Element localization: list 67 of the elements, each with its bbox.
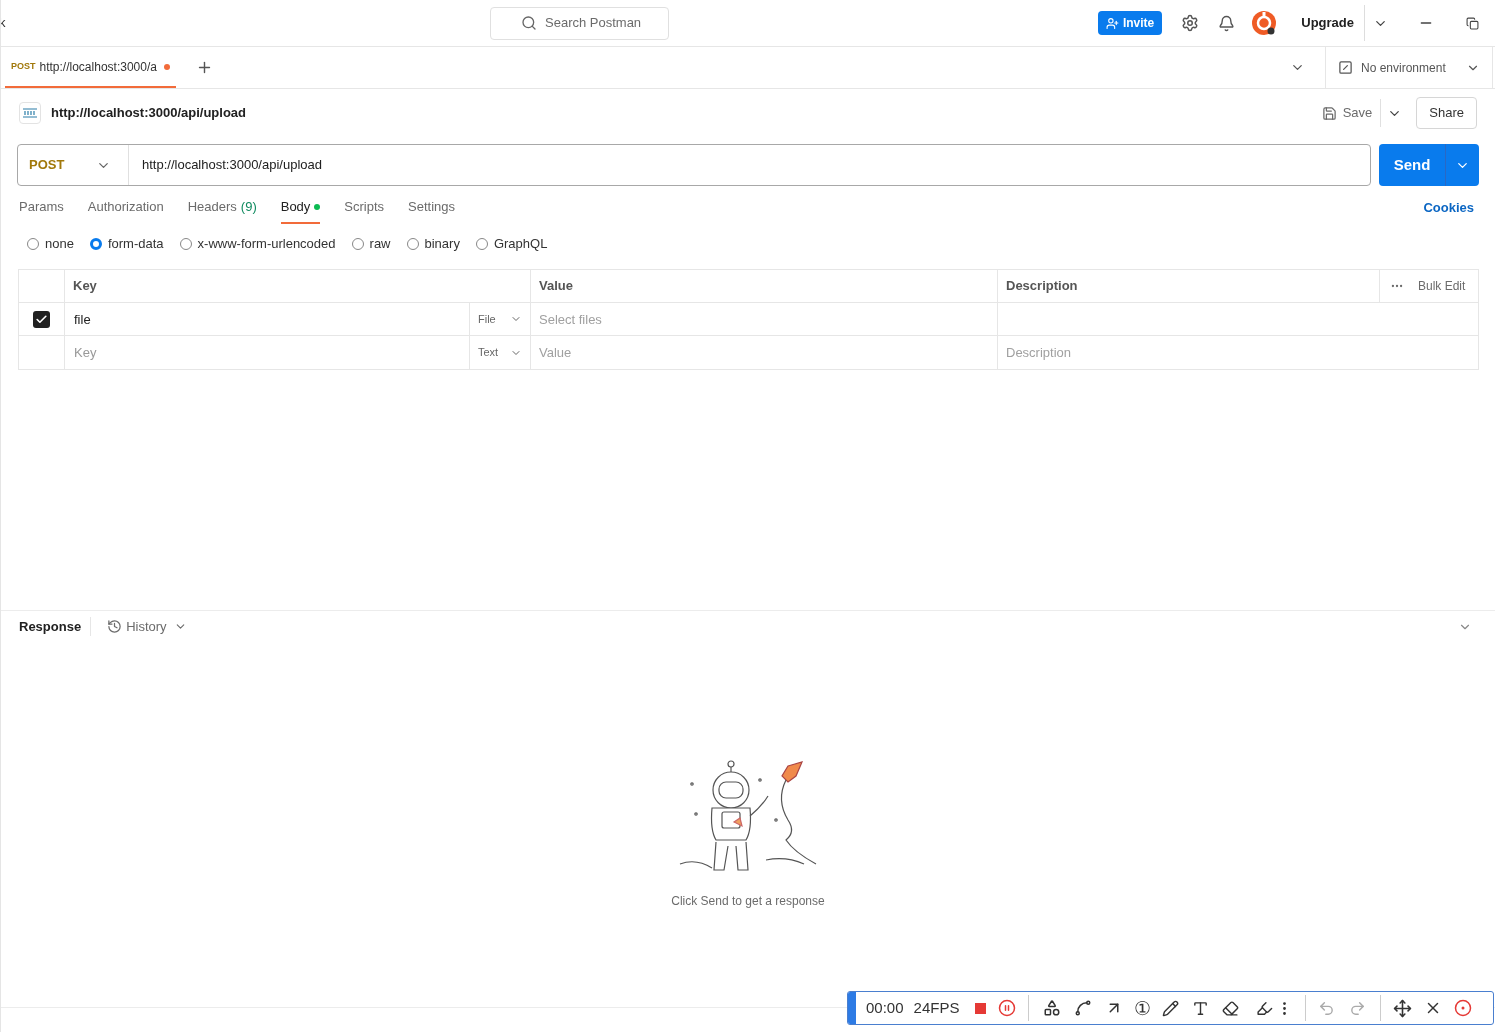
request-tab[interactable]: Authorization [87,192,164,224]
recording-time: 00:00 [866,997,904,1018]
radio-option[interactable]: binary [406,234,460,254]
record-icon[interactable] [1454,999,1473,1017]
avatar-icon[interactable] [1251,10,1278,36]
search-icon [521,15,537,31]
request-tab[interactable]: Scripts [344,192,385,224]
stop-icon[interactable] [975,1002,987,1014]
radio-option[interactable]: x-www-form-urlencoded [179,234,336,254]
upgrade-button[interactable]: Upgrade [1301,5,1365,41]
request-tab[interactable]: POST http://localhost:3000/a [5,47,176,88]
type-dropdown[interactable]: File [470,303,531,335]
radio-option[interactable]: raw [351,234,391,254]
column-header: Description [998,270,1380,302]
key-field[interactable]: Key [65,336,469,369]
bell-icon[interactable] [1218,14,1236,32]
cookies-link[interactable]: Cookies [1423,198,1474,218]
environment-selector[interactable]: No environment [1325,47,1493,88]
text-tool-icon[interactable] [1192,999,1210,1017]
move-icon[interactable] [1393,998,1413,1018]
share-button[interactable]: Share [1416,97,1477,129]
save-icon [1321,105,1337,121]
save-button[interactable]: Save [1321,99,1382,127]
request-tab[interactable]: Body [280,192,321,224]
restore-icon[interactable] [1466,16,1479,30]
crossed-square-icon [1338,60,1353,75]
description-field[interactable]: Description [998,336,1478,369]
method-label: POST [11,59,36,73]
search-input[interactable]: Search Postman [545,13,664,33]
pause-icon[interactable] [998,999,1017,1017]
frame-rate: 24FPS [913,997,960,1018]
method-dropdown[interactable]: POST [18,145,129,185]
highlighter-icon[interactable] [1256,999,1274,1017]
step-marker[interactable]: ① [1134,998,1152,1018]
search-field[interactable]: Search Postman [490,6,669,40]
count-label: (9) [240,198,257,217]
history-button[interactable]: History [107,616,187,637]
tab-title: http://localhost:3000/a [39,58,157,76]
key-field[interactable]: file [65,303,469,335]
shapes-icon[interactable] [1043,999,1062,1017]
user-plus-icon [1105,16,1119,30]
request-tab[interactable]: Settings [408,192,456,224]
request-tab[interactable]: Params [19,192,64,224]
column-header: Key [65,270,531,302]
radio-option[interactable]: none [27,234,74,254]
response-title: Response [19,616,92,637]
bulk-edit-button[interactable]: Bulk Edit [1418,277,1466,295]
drag-handle[interactable] [848,992,856,1024]
check-icon [35,312,48,326]
radio-option[interactable]: GraphQL [475,234,548,254]
url-field[interactable]: http://localhost:3000/api/upload [129,145,1370,185]
request-name: http://localhost:3000/api/upload [51,104,247,123]
polyline-icon[interactable] [1074,999,1093,1017]
request-tab[interactable]: Headers (9) [187,192,257,224]
url-bar[interactable]: POST http://localhost:3000/api/upload [17,144,1371,186]
settings-icon[interactable] [1181,14,1200,32]
invite-button[interactable]: Invite [1097,11,1163,35]
type-dropdown[interactable]: Text [470,336,531,369]
pencil-icon[interactable] [1162,999,1180,1017]
column-header: Value [531,270,998,302]
value-field[interactable]: Value [531,336,997,369]
empty-response-message: Click Send to get a response [671,893,825,910]
eraser-icon[interactable] [1222,999,1240,1017]
value-field[interactable]: Select files [531,303,997,335]
history-icon [107,619,123,634]
checkbox[interactable] [33,310,50,328]
radio-option[interactable]: form-data [89,234,164,254]
